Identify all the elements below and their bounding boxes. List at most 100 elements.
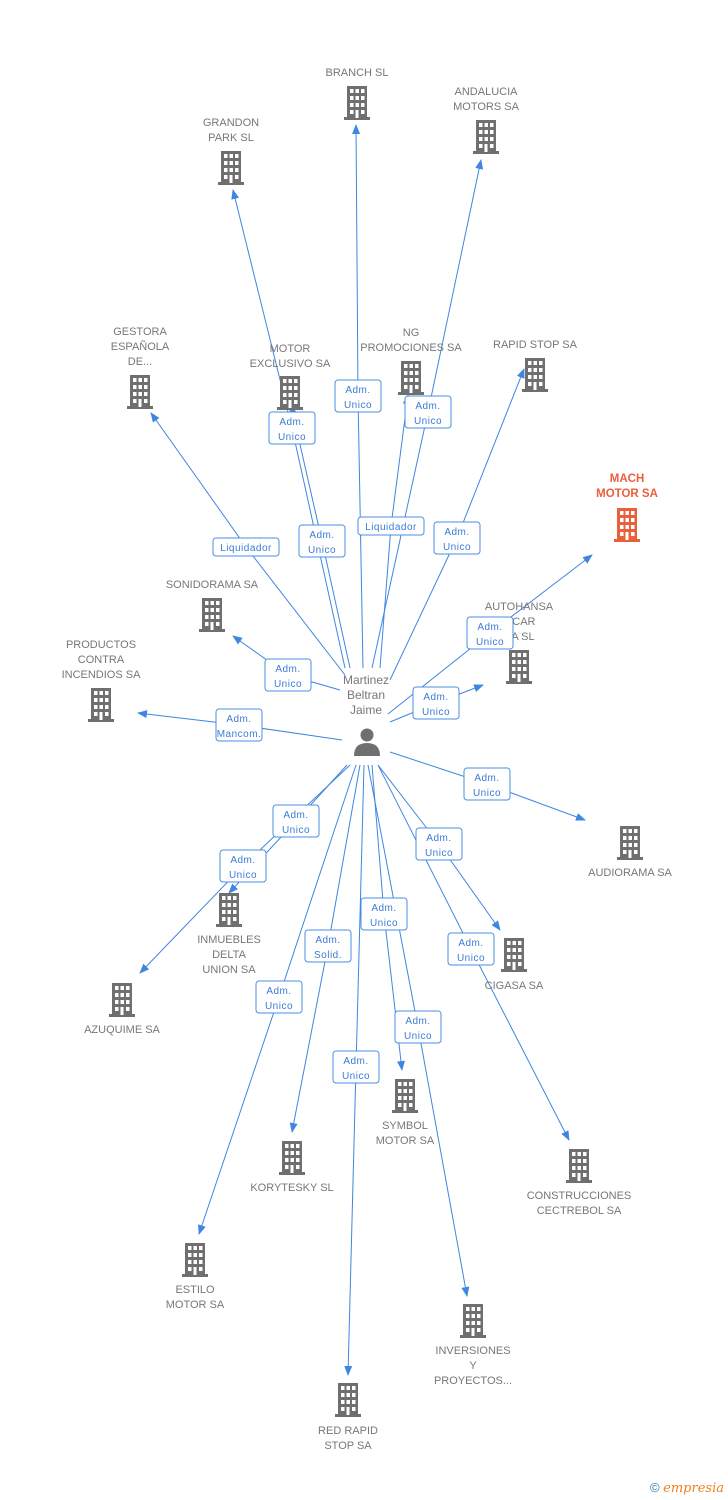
role-label[interactable]: Adm. Unico bbox=[415, 827, 463, 861]
role-text: Adm. bbox=[226, 714, 251, 725]
role-text: Adm. bbox=[309, 530, 334, 541]
role-text: Unico bbox=[278, 432, 306, 443]
role-label[interactable]: Liquidador bbox=[212, 537, 280, 557]
building-icon bbox=[501, 938, 527, 972]
building-icon bbox=[277, 376, 303, 410]
company-name: PROYECTOS... bbox=[434, 1375, 512, 1387]
role-text: Adm. bbox=[345, 385, 370, 396]
company-name: CIGASA SA bbox=[485, 980, 544, 992]
role-text: Adm. bbox=[283, 810, 308, 821]
company-name: CONTRA bbox=[78, 654, 125, 666]
role-text: Adm. bbox=[423, 692, 448, 703]
company-node[interactable]: INVERSIONES Y PROYECTOS... bbox=[434, 1304, 512, 1387]
building-icon bbox=[199, 598, 225, 632]
role-text: Unico bbox=[282, 825, 310, 836]
role-label[interactable]: Adm. Unico bbox=[264, 658, 312, 692]
role-label[interactable]: Adm. Unico bbox=[219, 849, 267, 883]
role-label[interactable]: Adm. Unico bbox=[412, 686, 460, 720]
company-name: PRODUCTOS bbox=[66, 639, 136, 651]
company-node[interactable]: GRANDON PARK SL bbox=[203, 117, 259, 185]
person-name: Beltran bbox=[347, 688, 385, 702]
building-icon bbox=[460, 1304, 486, 1338]
building-icon bbox=[392, 1079, 418, 1113]
company-node[interactable]: MOTOR EXCLUSIVO SA bbox=[250, 343, 331, 410]
role-label[interactable]: Adm. Solid. bbox=[304, 929, 352, 963]
role-label[interactable]: Adm. Unico bbox=[255, 980, 303, 1014]
building-icon bbox=[398, 361, 424, 395]
role-label[interactable]: Adm. Unico bbox=[447, 932, 495, 966]
role-label[interactable]: Adm. Unico bbox=[463, 767, 511, 801]
role-text: Unico bbox=[425, 848, 453, 859]
company-name: PARK SL bbox=[208, 132, 254, 144]
role-label[interactable]: Adm. Unico bbox=[272, 804, 320, 838]
role-label[interactable]: Adm. Unico bbox=[298, 524, 346, 558]
company-node[interactable]: CONSTRUCCIONES CECTREBOL SA bbox=[527, 1149, 632, 1217]
role-text: Adm. bbox=[371, 903, 396, 914]
company-name: RAPID STOP SA bbox=[493, 339, 578, 351]
building-icon bbox=[279, 1141, 305, 1175]
role-label[interactable]: Adm. Unico bbox=[360, 897, 408, 931]
company-name: NG bbox=[403, 327, 420, 339]
role-label[interactable]: Adm. Unico bbox=[334, 379, 382, 413]
role-text: Unico bbox=[414, 416, 442, 427]
building-icon bbox=[566, 1149, 592, 1183]
company-node[interactable]: RAPID STOP SA bbox=[493, 339, 578, 392]
role-text: Adm. bbox=[477, 622, 502, 633]
role-label[interactable]: Adm. Unico bbox=[394, 1010, 442, 1044]
company-name: MOTORS SA bbox=[453, 101, 519, 113]
role-text: Unico bbox=[370, 918, 398, 929]
role-text: Adm. bbox=[279, 417, 304, 428]
company-name: ESTILO bbox=[175, 1284, 215, 1296]
building-icon bbox=[127, 375, 153, 409]
company-node[interactable]: ANDALUCIA MOTORS SA bbox=[453, 86, 520, 154]
company-node[interactable]: GESTORA ESPAÑOLA DE... bbox=[111, 326, 170, 409]
company-node[interactable]: AZUQUIME SA bbox=[84, 983, 161, 1036]
role-text: Liquidador bbox=[220, 543, 272, 554]
role-text: Unico bbox=[308, 545, 336, 556]
role-text: Adm. bbox=[458, 938, 483, 949]
role-text: Adm. bbox=[266, 986, 291, 997]
company-name: SONIDORAMA SA bbox=[166, 579, 259, 591]
role-label[interactable]: Adm. Unico bbox=[332, 1050, 380, 1084]
building-icon bbox=[88, 688, 114, 722]
role-text: Adm. bbox=[415, 401, 440, 412]
company-node[interactable]: BRANCH SL bbox=[326, 67, 389, 120]
company-name: EXCLUSIVO SA bbox=[250, 358, 331, 370]
person-icon bbox=[354, 728, 380, 756]
company-node[interactable]: AUDIORAMA SA bbox=[588, 826, 673, 879]
role-label[interactable]: Adm. Unico bbox=[433, 521, 481, 555]
role-text: Solid. bbox=[314, 950, 342, 961]
company-name: INMUEBLES bbox=[197, 934, 261, 946]
company-node[interactable]: INMUEBLES DELTA UNION SA bbox=[197, 893, 261, 976]
company-name: UNION SA bbox=[202, 964, 256, 976]
company-node[interactable]: SONIDORAMA SA bbox=[166, 579, 259, 632]
company-name: GRANDON bbox=[203, 117, 259, 129]
role-text: Unico bbox=[476, 637, 504, 648]
company-name: MOTOR SA bbox=[376, 1135, 435, 1147]
role-label[interactable]: Adm. Unico bbox=[404, 395, 452, 429]
building-icon bbox=[522, 358, 548, 392]
role-label[interactable]: Adm. Unico bbox=[268, 411, 316, 445]
company-name: MOTOR SA bbox=[596, 488, 658, 500]
company-node[interactable]: PRODUCTOS CONTRA INCENDIOS SA bbox=[62, 639, 142, 722]
company-node[interactable]: MACH MOTOR SA bbox=[596, 473, 658, 542]
company-name: GESTORA bbox=[113, 326, 167, 338]
company-name: ANDALUCIA bbox=[455, 86, 519, 98]
footer-brand[interactable]: © empresia bbox=[650, 1480, 724, 1496]
role-label[interactable]: Liquidador bbox=[357, 516, 425, 536]
person-node[interactable]: MartinezBeltranJaime bbox=[343, 673, 389, 756]
company-name: AZUQUIME SA bbox=[84, 1024, 160, 1036]
role-text: Adm. bbox=[315, 935, 340, 946]
company-node[interactable]: ESTILO MOTOR SA bbox=[166, 1243, 225, 1311]
company-node[interactable]: SYMBOL MOTOR SA bbox=[376, 1079, 435, 1147]
role-text: Unico bbox=[265, 1001, 293, 1012]
company-name: DELTA bbox=[212, 949, 246, 961]
role-text: Unico bbox=[342, 1071, 370, 1082]
role-text: Unico bbox=[344, 400, 372, 411]
company-node[interactable]: KORYTESKY SL bbox=[250, 1141, 334, 1194]
role-label[interactable]: Adm. Unico bbox=[466, 616, 514, 650]
company-node[interactable]: RED RAPID STOP SA bbox=[318, 1383, 378, 1452]
role-text: Liquidador bbox=[365, 522, 417, 533]
role-label[interactable]: Adm. Mancom. bbox=[215, 708, 263, 742]
company-name: ESPAÑOLA bbox=[111, 340, 170, 353]
